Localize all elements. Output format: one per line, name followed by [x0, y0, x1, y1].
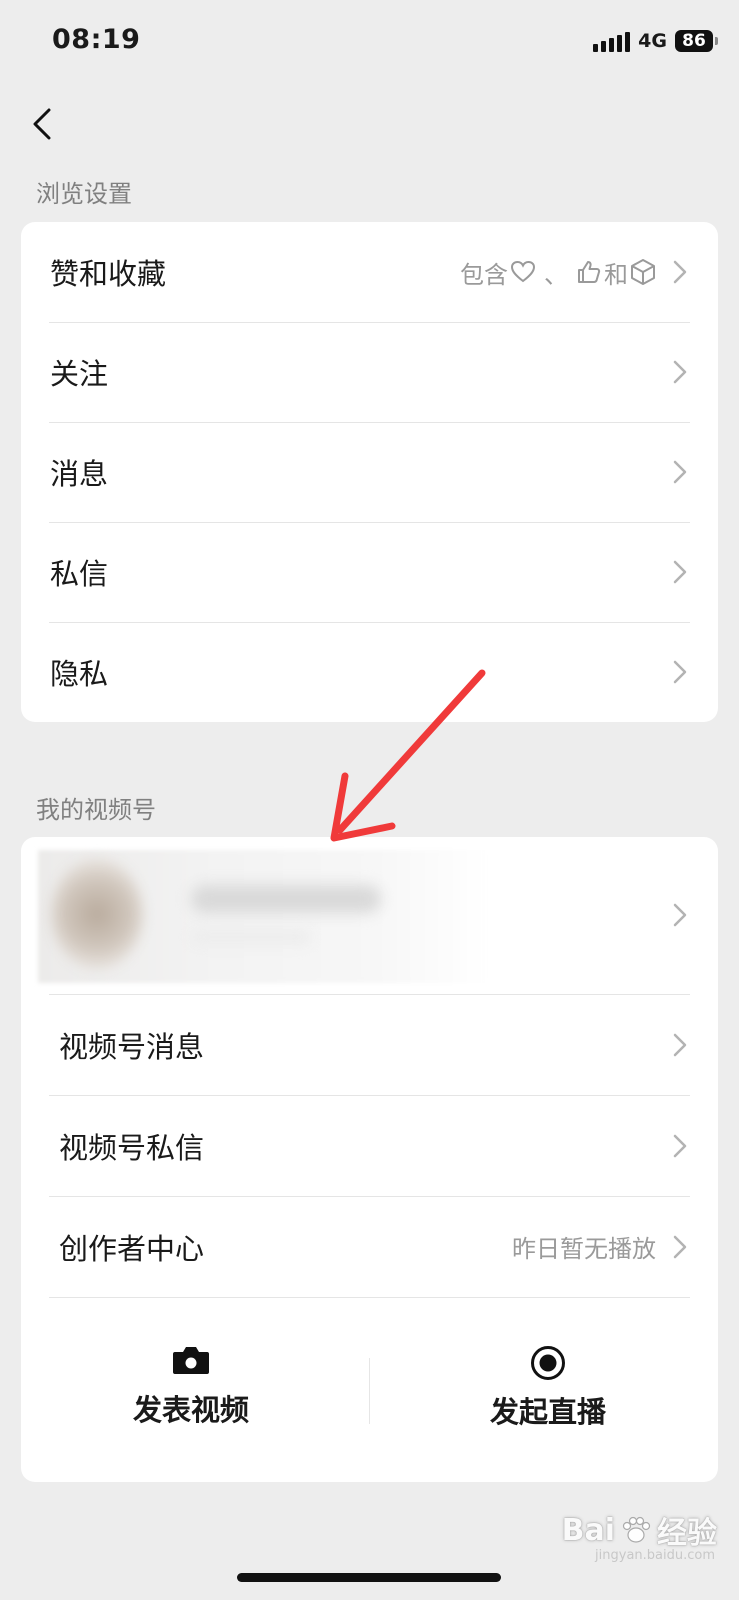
chevron-right-icon — [673, 1033, 687, 1057]
chevron-right-icon — [673, 1134, 687, 1158]
status-time: 08:19 — [52, 24, 141, 55]
row-channel-private-messages[interactable]: 视频号私信 — [21, 1095, 718, 1196]
chevron-left-icon — [33, 108, 51, 140]
row-label: 视频号私信 — [59, 1130, 205, 1165]
chevron-right-icon — [673, 560, 687, 584]
watermark-brand-tail: 经验 — [657, 1516, 717, 1551]
start-live-label: 发起直播 — [489, 1395, 606, 1429]
home-indicator — [237, 1573, 501, 1582]
row-label: 视频号消息 — [59, 1029, 205, 1064]
row-label: 私信 — [50, 557, 109, 591]
row-creator-center[interactable]: 创作者中心 昨日暂无播放 — [21, 1196, 718, 1297]
extra-prefix: 包含 — [460, 260, 508, 289]
action-divider — [369, 1358, 370, 1424]
baidu-watermark: Bai 经验 jingyan.baidu.com — [561, 1508, 717, 1564]
row-label: 赞和收藏 — [50, 257, 167, 291]
row-label: 创作者中心 — [59, 1231, 205, 1266]
thumbs-up-icon — [578, 261, 601, 283]
extra-separator: 、 — [544, 260, 568, 289]
network-type: 4G — [638, 30, 667, 52]
record-icon — [531, 1346, 565, 1380]
row-label: 消息 — [50, 457, 109, 491]
row-private-messages[interactable]: 私信 — [21, 522, 718, 622]
cube-icon — [631, 259, 655, 285]
row-privacy[interactable]: 隐私 — [21, 622, 718, 722]
channel-name-blurred — [191, 885, 381, 913]
row-messages[interactable]: 消息 — [21, 422, 718, 522]
heart-icon — [510, 260, 536, 283]
post-video-label: 发表视频 — [132, 1393, 249, 1427]
row-follow[interactable]: 关注 — [21, 322, 718, 422]
row-channel-messages[interactable]: 视频号消息 — [21, 994, 718, 1095]
creator-center-status: 昨日暂无播放 — [512, 1235, 656, 1263]
camera-icon — [173, 1347, 209, 1374]
row-extra-likes: 包含 、 和 — [460, 255, 656, 290]
chevron-right-icon — [673, 1235, 687, 1259]
battery-level: 86 — [682, 31, 706, 51]
back-button[interactable] — [22, 102, 62, 146]
row-label: 关注 — [50, 357, 109, 391]
section-title-my-channels: 我的视频号 — [36, 796, 156, 824]
section-title-browse: 浏览设置 — [36, 180, 132, 208]
watermark-url: jingyan.baidu.com — [595, 1548, 715, 1563]
chevron-right-icon — [673, 460, 687, 484]
chevron-right-icon — [673, 260, 687, 284]
start-live-button[interactable]: 发起直播 — [378, 1345, 718, 1431]
channel-profile-row[interactable] — [21, 837, 718, 994]
channel-subtitle-blurred — [191, 929, 311, 945]
divider — [49, 1297, 690, 1298]
status-indicators: 4G 86 — [593, 30, 718, 52]
browse-settings-card: 赞和收藏 包含 、 和 关注 消息 私信 隐私 — [21, 222, 718, 722]
chevron-right-icon — [673, 360, 687, 384]
row-label: 隐私 — [50, 657, 109, 691]
post-video-button[interactable]: 发表视频 — [21, 1345, 361, 1429]
chevron-right-icon — [673, 903, 687, 927]
watermark-brand: Bai — [561, 1512, 615, 1548]
row-likes-favorites[interactable]: 赞和收藏 包含 、 和 — [21, 222, 718, 322]
paw-icon — [622, 1516, 651, 1543]
avatar — [51, 859, 143, 969]
battery-icon: 86 — [675, 30, 718, 52]
extra-and: 和 — [604, 260, 628, 289]
signal-icon — [593, 30, 631, 52]
chevron-right-icon — [673, 660, 687, 684]
